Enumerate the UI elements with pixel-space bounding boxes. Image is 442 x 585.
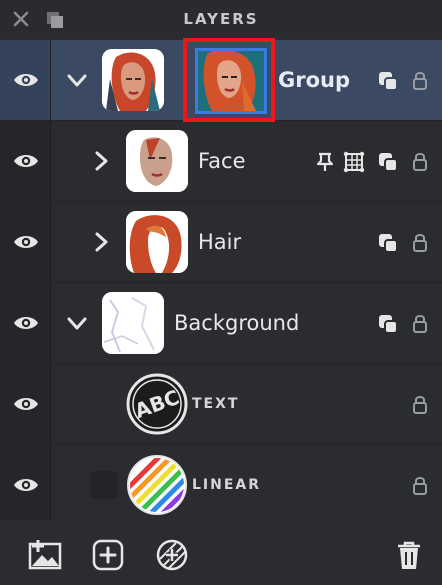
eye-icon[interactable] — [13, 152, 39, 170]
visibility-column — [0, 364, 51, 444]
hair-thumbnail[interactable] — [126, 211, 188, 273]
layer-row-face[interactable]: Face — [0, 121, 442, 202]
layer-row-text[interactable]: ABC TEXT — [0, 364, 442, 445]
layer-name[interactable]: Face — [198, 149, 246, 173]
clipping-icon[interactable] — [377, 70, 399, 92]
add-adjustment-layer-icon[interactable] — [155, 538, 189, 572]
lock-icon[interactable] — [412, 475, 428, 495]
layer-name[interactable]: TEXT — [192, 396, 239, 412]
eye-icon[interactable] — [13, 476, 39, 494]
eye-icon[interactable] — [13, 314, 39, 332]
chevron-down-icon[interactable] — [66, 312, 88, 334]
pin-icon[interactable] — [314, 151, 336, 173]
lock-icon[interactable] — [412, 232, 428, 252]
panel-titlebar: LAYERS — [0, 0, 442, 38]
layer-mask-thumbnail[interactable] — [195, 48, 267, 114]
layer-name[interactable]: Hair — [198, 230, 241, 254]
layer-row-linear[interactable]: LINEAR — [0, 445, 442, 525]
visibility-column — [0, 445, 51, 525]
eye-icon[interactable] — [13, 233, 39, 251]
background-thumbnail[interactable] — [102, 292, 164, 354]
lock-icon[interactable] — [412, 313, 428, 333]
visibility-column — [0, 202, 51, 282]
layer-row-background[interactable]: Background — [0, 283, 442, 364]
add-layer-icon[interactable] — [91, 538, 125, 572]
visibility-column — [0, 283, 51, 363]
layer-name[interactable]: Background — [174, 311, 299, 335]
face-thumbnail[interactable] — [126, 130, 188, 192]
clipping-icon[interactable] — [377, 151, 399, 173]
layer-color-swatch[interactable] — [90, 471, 118, 499]
visibility-column — [0, 121, 51, 201]
clipping-icon[interactable] — [377, 313, 399, 335]
lock-icon[interactable] — [412, 70, 428, 90]
layer-name[interactable]: Group — [278, 68, 350, 92]
clipping-icon[interactable] — [377, 232, 399, 254]
text-layer-icon[interactable]: ABC — [126, 373, 188, 435]
layers-toolbar — [0, 520, 442, 585]
gradient-layer-icon[interactable] — [126, 454, 188, 516]
layer-row-hair[interactable]: Hair — [0, 202, 442, 283]
layer-name[interactable]: LINEAR — [192, 477, 261, 493]
chevron-right-icon[interactable] — [90, 150, 112, 172]
visibility-column — [0, 40, 51, 120]
mesh-transform-icon[interactable] — [343, 151, 365, 173]
lock-icon[interactable] — [412, 151, 428, 171]
trash-icon[interactable] — [392, 538, 426, 572]
panel-title: LAYERS — [183, 10, 259, 28]
chevron-right-icon[interactable] — [90, 231, 112, 253]
chevron-down-icon[interactable] — [66, 69, 88, 91]
lock-icon[interactable] — [412, 394, 428, 414]
eye-icon[interactable] — [13, 71, 39, 89]
add-image-layer-icon[interactable] — [28, 538, 62, 572]
group-thumbnail[interactable] — [102, 49, 164, 111]
eye-icon[interactable] — [13, 395, 39, 413]
